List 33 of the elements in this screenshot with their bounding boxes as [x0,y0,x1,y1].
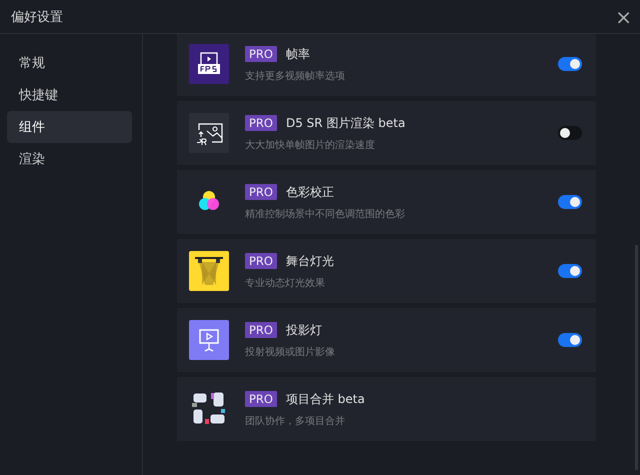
plugin-title: 舞台灯光 [286,252,334,270]
stage-light-icon [189,251,229,291]
pro-badge: PRO [245,184,277,200]
plugin-title: 色彩校正 [286,184,334,200]
fps-icon [189,44,229,84]
sidebar-item[interactable]: 渲染 [7,143,132,175]
plugin-description: 投射视频或图片影像 [245,346,336,358]
plugin-description: 精准控制场景中不同色调范围的色彩 [245,208,406,220]
toggle-switch[interactable] [558,264,582,278]
plugin-description: 专业动态灯光效果 [245,276,326,290]
sidebar-item[interactable]: 常规 [7,47,132,79]
pro-badge: PRO [245,322,277,338]
pro-badge: PRO [245,253,277,269]
sidebar-item[interactable]: 组件 [7,111,132,143]
pro-badge: PRO [245,46,277,62]
plugin-title: 帧率 [286,46,310,62]
pro-badge: PRO [245,115,277,131]
pro-badge: PRO [245,391,277,407]
image-upscale-icon [189,113,229,153]
window-title: 偏好设置 [11,8,63,26]
plugin-description: 团队协作，多项目合并 [245,414,346,428]
toggle-switch[interactable] [558,126,582,140]
plugin-description: 支持更多视频帧率选项 [245,70,346,82]
toggle-switch[interactable] [558,195,582,209]
toggle-switch[interactable] [558,57,582,71]
plugin-description: 大大加快单帧图片的渲染速度 [245,138,376,152]
sidebar-item[interactable]: 快捷键 [7,79,132,111]
plugin-title: 投影灯 [286,322,322,338]
plugin-title: D5 SR 图片渲染 beta [286,114,406,132]
toggle-switch[interactable] [558,333,582,347]
plugin-title: 项目合并 beta [286,390,365,408]
projector-screen-icon [189,320,229,360]
close-button[interactable]: × [613,6,634,26]
